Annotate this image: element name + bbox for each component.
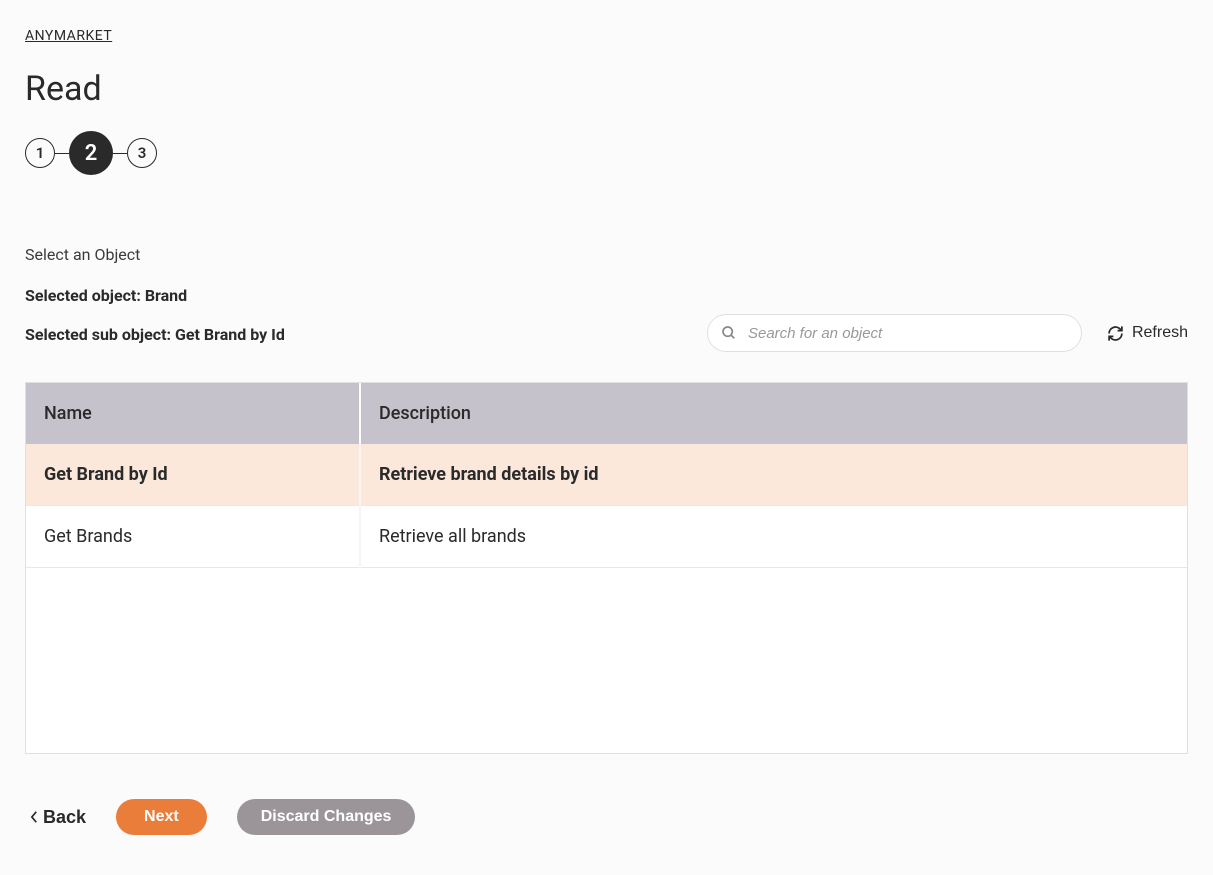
table-row[interactable]: Get Brand by Id Retrieve brand details b… bbox=[26, 444, 1187, 506]
refresh-label: Refresh bbox=[1132, 324, 1188, 342]
selected-object-text: Selected object: Brand bbox=[25, 286, 1188, 305]
column-header-description[interactable]: Description bbox=[360, 383, 1187, 444]
search-input[interactable] bbox=[707, 314, 1082, 352]
chevron-left-icon bbox=[30, 810, 39, 824]
object-table-container: Name Description Get Brand by Id Retriev… bbox=[25, 382, 1188, 754]
step-2[interactable]: 2 bbox=[69, 131, 113, 175]
cell-description: Retrieve brand details by id bbox=[360, 444, 1187, 506]
step-connector bbox=[55, 153, 69, 154]
breadcrumb-link-anymarket[interactable]: ANYMARKET bbox=[25, 28, 112, 44]
discard-button[interactable]: Discard Changes bbox=[237, 799, 416, 835]
step-connector bbox=[113, 153, 127, 154]
page-title: Read bbox=[25, 69, 1188, 109]
section-label: Select an Object bbox=[25, 245, 1188, 264]
back-button[interactable]: Back bbox=[30, 807, 86, 828]
step-3[interactable]: 3 bbox=[127, 138, 157, 168]
cell-name: Get Brands bbox=[26, 506, 360, 568]
refresh-icon bbox=[1107, 325, 1124, 342]
column-header-name[interactable]: Name bbox=[26, 383, 360, 444]
cell-description: Retrieve all brands bbox=[360, 506, 1187, 568]
table-header-row: Name Description bbox=[26, 383, 1187, 444]
footer-actions: Back Next Discard Changes bbox=[25, 799, 1188, 835]
table-row[interactable]: Get Brands Retrieve all brands bbox=[26, 506, 1187, 568]
next-button[interactable]: Next bbox=[116, 799, 207, 835]
refresh-button[interactable]: Refresh bbox=[1107, 324, 1188, 342]
object-table: Name Description Get Brand by Id Retriev… bbox=[26, 383, 1187, 568]
back-label: Back bbox=[43, 807, 86, 828]
search-wrap bbox=[707, 314, 1082, 352]
stepper: 1 2 3 bbox=[25, 131, 1188, 175]
search-icon bbox=[721, 325, 737, 341]
cell-name: Get Brand by Id bbox=[26, 444, 360, 506]
step-1[interactable]: 1 bbox=[25, 138, 55, 168]
